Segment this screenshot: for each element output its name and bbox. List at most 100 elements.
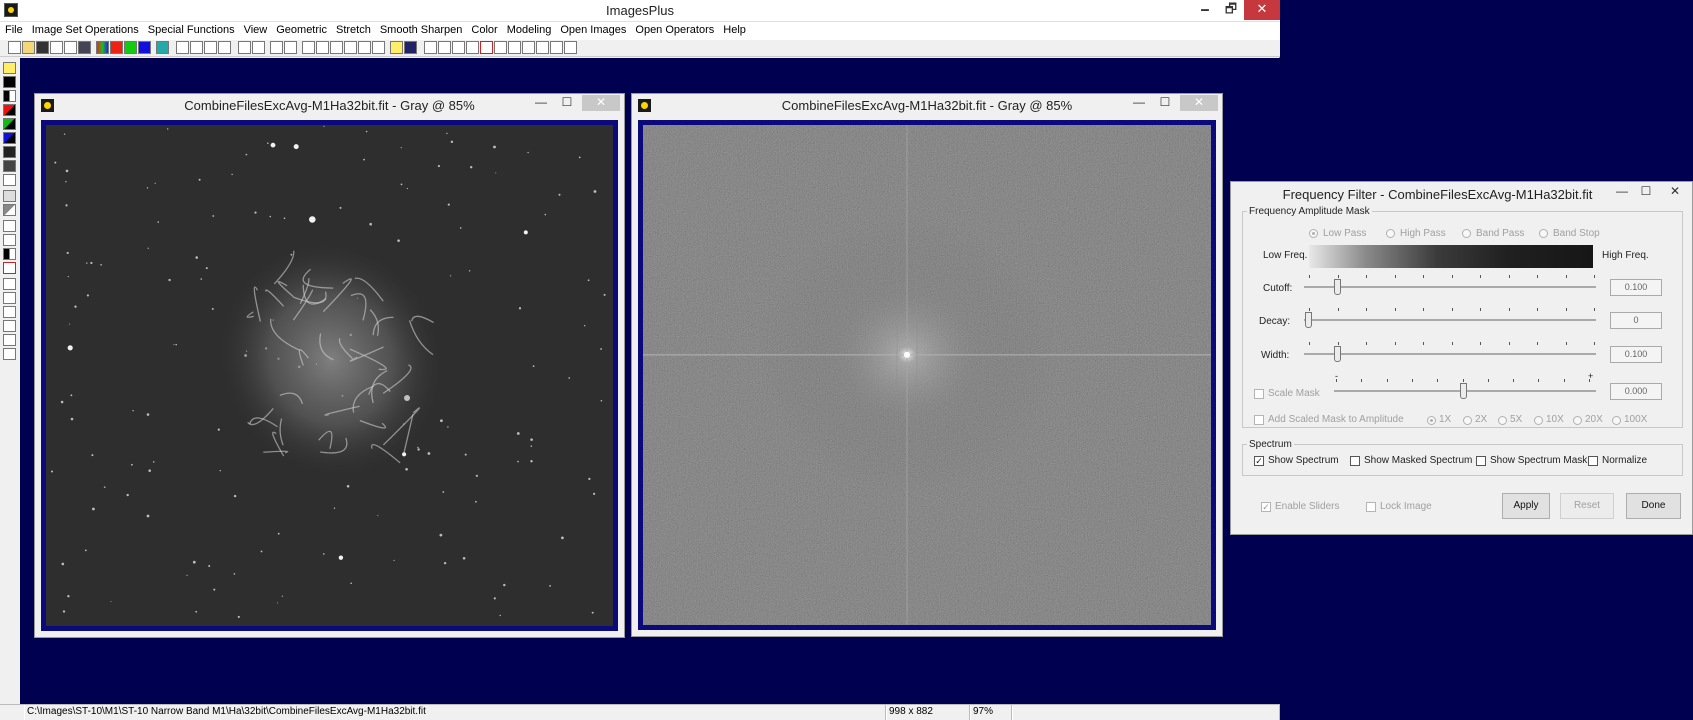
corner-icon[interactable] [3,174,16,186]
menu-modeling[interactable]: Modeling [502,22,556,36]
crosshair-icon[interactable] [344,41,357,54]
menu-color[interactable]: Color [466,22,501,36]
done-button[interactable]: Done [1626,493,1681,519]
scale-1x-radio[interactable] [1427,416,1436,425]
scale-mask-slider-thumb[interactable] [1460,383,1467,399]
calculator-icon[interactable] [404,41,417,54]
enable-sliders-checkbox[interactable]: ✓ [1261,502,1271,512]
arrow-up-icon[interactable] [3,292,16,304]
zoom-out-icon[interactable] [438,41,451,54]
grid-icon[interactable] [358,41,371,54]
image-window-nebula[interactable]: CombineFilesExcAvg-M1Ha32bit.fit - Gray … [34,93,625,638]
image-window-close-button[interactable]: ✕ [582,95,620,111]
close-image-icon[interactable] [50,41,63,54]
image-window-maximize-button[interactable]: ☐ [556,95,578,111]
zoom-red-icon[interactable] [480,41,493,54]
camera-icon[interactable] [372,41,385,54]
undo-icon[interactable] [176,41,189,54]
black-swatch-icon[interactable] [3,76,16,88]
mask-icon[interactable] [238,41,251,54]
scale-10x-radio[interactable] [1534,416,1543,425]
spectrum-window-titlebar[interactable]: CombineFilesExcAvg-M1Ha32bit.fit - Gray … [632,94,1222,116]
green-swatch-icon[interactable] [3,118,16,130]
width-value-field[interactable]: 0.100 [1610,346,1662,363]
decay-value-field[interactable]: 0 [1610,312,1662,329]
decay-slider-thumb[interactable] [1305,312,1312,328]
scale-20x-radio[interactable] [1573,416,1582,425]
show-spectrum-mask-checkbox[interactable] [1476,456,1486,466]
stack-icon[interactable] [3,160,16,172]
menu-help[interactable]: Help [718,22,750,36]
app-restore-button[interactable]: 🗗 [1218,0,1244,20]
open-folder-icon[interactable] [22,41,35,54]
image-window-titlebar[interactable]: CombineFilesExcAvg-M1Ha32bit.fit - Gray … [35,94,624,116]
menu-view[interactable]: View [239,22,272,36]
show-masked-spectrum-checkbox[interactable] [1350,456,1360,466]
rect-select-icon[interactable] [3,220,16,232]
menu-open-operators[interactable]: Open Operators [630,22,718,36]
box-dot-icon[interactable] [550,41,563,54]
scale-mask-value-field[interactable]: 0.000 [1610,383,1662,400]
menu-geometric[interactable]: Geometric [271,22,331,36]
redo-all-icon[interactable] [218,41,231,54]
zoom-fit-icon[interactable] [452,41,465,54]
crab-nebula-image[interactable] [46,125,613,626]
normalize-checkbox[interactable] [1588,456,1598,466]
scale-5x-radio[interactable] [1498,416,1507,425]
band-pass-radio[interactable] [1462,229,1471,238]
align-icon[interactable] [3,234,16,246]
box-point-icon[interactable] [564,41,577,54]
close-all-icon[interactable] [64,41,77,54]
cutoff-value-field[interactable]: 0.100 [1610,279,1662,296]
image-window-minimize-button[interactable]: — [530,95,552,111]
frequency-spectrum-image[interactable] [643,125,1211,625]
menu-stretch[interactable]: Stretch [331,22,375,36]
box-small-icon[interactable] [508,41,521,54]
image-window-spectrum[interactable]: CombineFilesExcAvg-M1Ha32bit.fit - Gray … [631,93,1223,637]
undo-all-icon[interactable] [204,41,217,54]
line-profile-icon[interactable] [270,41,283,54]
app-close-button[interactable]: ✕ [1244,0,1280,20]
gradient-tool-icon[interactable] [3,204,16,216]
band-stop-radio[interactable] [1539,229,1548,238]
rotate-right-icon[interactable] [3,334,16,346]
move-icon[interactable] [3,278,16,290]
apply-button[interactable]: Apply [1502,493,1550,519]
scale-2x-radio[interactable] [1463,416,1472,425]
blue-channel-icon[interactable] [138,41,151,54]
zoom-in-icon[interactable] [424,41,437,54]
low-pass-radio[interactable] [1309,229,1318,238]
width-slider-track[interactable] [1304,353,1596,355]
lock-image-checkbox[interactable] [1366,502,1376,512]
layers-icon[interactable] [3,146,16,158]
box-minus-icon[interactable] [494,41,507,54]
save-icon[interactable] [36,41,49,54]
zoom-actual-icon[interactable] [466,41,479,54]
decay-slider-track[interactable] [1304,319,1596,321]
invert-icon[interactable] [3,248,16,260]
crosshair-add-icon[interactable] [330,41,343,54]
pencil-icon[interactable] [390,41,403,54]
histogram-icon[interactable] [302,41,315,54]
rotate-left-icon[interactable] [3,320,16,332]
green-channel-icon[interactable] [124,41,137,54]
dialog-maximize-button[interactable]: ☐ [1635,184,1657,202]
arrow-right-icon[interactable] [3,306,16,318]
menu-file[interactable]: File [0,22,27,36]
crop-icon[interactable] [3,262,16,274]
box-large-icon[interactable] [536,41,549,54]
lasso-icon[interactable] [3,190,16,202]
select-tool-icon[interactable] [3,62,16,74]
cutoff-slider-thumb[interactable] [1334,279,1341,295]
width-slider-thumb[interactable] [1334,346,1341,362]
curve-icon[interactable] [316,41,329,54]
blue-swatch-icon[interactable] [3,132,16,144]
menu-smooth-sharpen[interactable]: Smooth Sharpen [375,22,467,36]
box-medium-icon[interactable] [522,41,535,54]
luminance-icon[interactable] [156,41,169,54]
new-file-icon[interactable] [8,41,21,54]
menu-image-set-operations[interactable]: Image Set Operations [27,22,143,36]
redo-icon[interactable] [190,41,203,54]
show-spectrum-checkbox[interactable]: ✓ [1254,456,1264,466]
scale-100x-radio[interactable] [1612,416,1621,425]
